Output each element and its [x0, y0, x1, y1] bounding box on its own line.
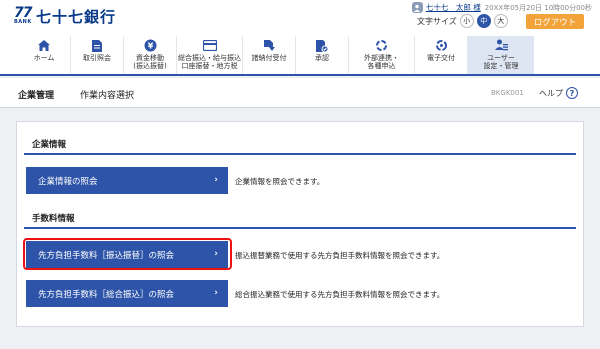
nav-approval[interactable]: 承認: [296, 36, 349, 74]
nav-inquiry[interactable]: 取引照会: [71, 36, 124, 74]
button-label: 先方負担手数料［総合振込］の照会: [38, 289, 175, 300]
logo-bank-text: BANK: [14, 19, 32, 25]
link-icon: [375, 39, 388, 52]
nav-label: 総合振込・給与振込 口座振替・地方税: [178, 54, 241, 70]
user-badge-icon: [411, 2, 423, 13]
menu-description: 振込振替業務で使用する先方負担手数料情報を照会できます。: [235, 251, 445, 260]
fee-bulk-transfer-inquiry-button[interactable]: 先方負担手数料［総合振込］の照会 ›: [26, 280, 228, 307]
menu-description: 企業情報を照会できます。: [235, 177, 325, 186]
help-link[interactable]: ヘルプ ?: [539, 87, 578, 99]
company-info-inquiry-button[interactable]: 企業情報の照会 ›: [26, 167, 228, 194]
section-title-company: 企業情報: [32, 140, 67, 150]
nav-transfer[interactable]: ¥ 資金移動 (振込振替): [124, 36, 177, 74]
highlight-box: [23, 238, 232, 270]
nav-user-settings[interactable]: ユーザー 設定・管理: [468, 36, 534, 74]
logo-number: 77: [14, 5, 32, 21]
nav-label: 外部連携・ 各種申込: [364, 54, 399, 70]
nav-payment[interactable]: 諸納付受付: [243, 36, 296, 74]
logout-button[interactable]: ログアウト: [526, 14, 584, 29]
nav-home[interactable]: ホーム: [18, 36, 71, 74]
delivery-icon: [435, 39, 448, 52]
section-divider: [24, 153, 576, 155]
logo-mark: 77 BANK: [14, 5, 32, 29]
breadcrumb-main: 企業管理: [18, 91, 55, 101]
screen-id: BKGK001: [491, 89, 524, 97]
font-size-switcher: 文字サイズ 小 中 大: [417, 14, 508, 28]
nav-external[interactable]: 外部連携・ 各種申込: [349, 36, 415, 74]
nav-label: 承認: [315, 54, 329, 62]
nav-bulk-transfer[interactable]: 総合振込・給与振込 口座振替・地方税: [177, 36, 243, 74]
top-bar: 77 BANK 七十七銀行 七十七 太郎 様 20XX年05月20日 10時00…: [0, 0, 600, 36]
bank-name: 七十七銀行: [36, 8, 117, 26]
help-label: ヘルプ: [539, 88, 563, 98]
user-settings-icon: [494, 39, 508, 52]
nav-label: 取引照会: [83, 54, 111, 62]
nav-label: 電子交付: [427, 54, 455, 62]
nav-label: 諸納付受付: [251, 54, 287, 62]
chevron-right-icon: ›: [214, 288, 218, 298]
page-header: 企業管理 作業内容選択 BKGK001 ヘルプ ?: [0, 78, 600, 108]
nav-label: ホーム: [33, 54, 55, 62]
help-icon: ?: [566, 87, 578, 99]
document-icon: [92, 39, 102, 52]
font-size-large-button[interactable]: 大: [493, 14, 508, 28]
page-title: 作業内容選択: [80, 91, 135, 101]
menu-panel: 企業情報 企業情報の照会 › 企業情報を照会できます。 手数料情報 先方負担手数…: [16, 121, 584, 327]
card-icon: [202, 39, 217, 52]
home-icon: [38, 39, 50, 52]
chevron-right-icon: ›: [214, 175, 218, 185]
font-size-label: 文字サイズ: [417, 16, 457, 26]
user-info: 七十七 太郎 様 20XX年05月20日 10時00分00秒: [411, 2, 592, 13]
nav-label: 資金移動 (振込振替): [133, 54, 167, 70]
nav-label: ユーザー 設定・管理: [483, 54, 519, 70]
global-nav: ホーム 取引照会 ¥ 資金移動 (振込振替) 総合振込・給与振込 口座振替・地方…: [0, 36, 600, 76]
last-login-time: 20XX年05月20日 10時00分00秒: [484, 3, 592, 12]
payment-icon: [263, 39, 275, 52]
yen-transfer-icon: ¥: [144, 39, 157, 52]
user-name-link[interactable]: 七十七 太郎 様: [426, 2, 481, 13]
menu-description: 総合振込業務で使用する先方負担手数料情報を照会できます。: [235, 290, 445, 299]
section-title-fees: 手数料情報: [32, 214, 75, 224]
section-divider: [24, 227, 576, 229]
approve-icon: [316, 39, 328, 52]
button-label: 企業情報の照会: [38, 176, 98, 187]
font-size-medium-button[interactable]: 中: [476, 14, 491, 28]
nav-e-delivery[interactable]: 電子交付: [415, 36, 468, 74]
svg-text:¥: ¥: [147, 42, 153, 51]
font-size-small-button[interactable]: 小: [459, 14, 474, 28]
bank-logo[interactable]: 77 BANK 七十七銀行: [14, 5, 117, 29]
